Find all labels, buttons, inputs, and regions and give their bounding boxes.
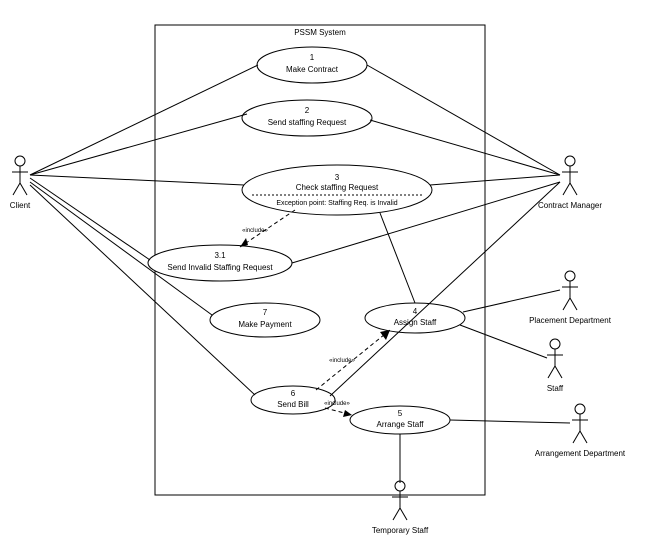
usecase-check-staffing-request: 3 Check staffing Request Exception point… (242, 165, 432, 215)
assoc-client-uc3-1 (30, 178, 150, 260)
usecase-check-staffing-request-num: 3 (335, 173, 340, 182)
actor-contract-manager: Contract Manager (538, 156, 602, 210)
assoc-cm-uc2 (370, 120, 560, 175)
include-uc6-uc4-label: «include» (329, 358, 355, 364)
assoc-uc3-uc4 (380, 213, 415, 303)
usecase-make-contract: 1 Make Contract (257, 47, 367, 83)
usecase-assign-staff: 4 Assign Staff (365, 303, 465, 333)
actor-staff-label: Staff (547, 384, 564, 393)
usecase-send-invalid-staffing-request-name: Send Invalid Staffing Request (167, 263, 273, 272)
assoc-arrangement-uc5 (450, 420, 570, 423)
usecase-make-payment: 7 Make Payment (210, 303, 320, 337)
assoc-placement-uc4 (463, 290, 560, 312)
actor-placement-department: Placement Department (529, 271, 612, 325)
actor-arrangement-department-label: Arrangement Department (535, 449, 626, 458)
assoc-client-uc6 (30, 185, 255, 395)
usecase-make-payment-name: Make Payment (238, 320, 292, 329)
actor-temporary-staff: Temporary Staff (372, 481, 429, 535)
usecase-send-invalid-staffing-request-num: 3.1 (214, 251, 226, 260)
usecase-arrange-staff: 5 Arrange Staff (350, 406, 450, 434)
assoc-client-uc1 (30, 65, 258, 175)
usecase-arrange-staff-name: Arrange Staff (377, 420, 425, 429)
usecase-check-staffing-request-name: Check staffing Request (296, 183, 379, 192)
usecase-send-bill-name: Send Bill (277, 400, 309, 409)
assoc-cm-uc3 (430, 175, 560, 185)
usecase-send-staffing-request-name: Send staffing Request (268, 118, 347, 127)
assoc-client-uc3 (30, 175, 244, 185)
usecase-send-staffing-request-num: 2 (305, 106, 310, 115)
diagram-canvas: PSSM System Client Contract Manager Plac… (0, 0, 650, 541)
usecase-diagram-svg: PSSM System Client Contract Manager Plac… (0, 0, 650, 541)
include-uc3-uc3-1: «include» (240, 210, 295, 247)
usecase-check-staffing-request-exception: Exception point: Staffing Req. is Invali… (276, 200, 397, 207)
include-uc6-uc5: «include» (324, 401, 352, 417)
system-boundary-title: PSSM System (294, 28, 346, 37)
usecase-make-payment-num: 7 (263, 308, 268, 317)
usecase-send-invalid-staffing-request: 3.1 Send Invalid Staffing Request (148, 245, 292, 281)
actor-placement-department-label: Placement Department (529, 316, 612, 325)
assoc-cm-uc1 (367, 65, 560, 175)
usecase-assign-staff-name: Assign Staff (394, 318, 437, 327)
usecase-make-contract-name: Make Contract (286, 65, 339, 74)
usecase-send-staffing-request: 2 Send staffing Request (242, 100, 372, 136)
include-uc3-uc3-1-label: «include» (242, 228, 268, 234)
include-uc6-uc5-label: «include» (324, 401, 350, 407)
actor-staff: Staff (547, 339, 564, 393)
usecase-make-contract-num: 1 (310, 53, 315, 62)
actor-client-label: Client (10, 201, 31, 210)
usecase-send-bill: 6 Send Bill (251, 386, 335, 414)
assoc-staff-uc4 (460, 325, 547, 358)
actor-contract-manager-label: Contract Manager (538, 201, 602, 210)
actor-temporary-staff-label: Temporary Staff (372, 526, 429, 535)
usecase-send-bill-num: 6 (291, 389, 296, 398)
actor-arrangement-department: Arrangement Department (535, 404, 626, 458)
include-uc6-uc4: «include» (316, 330, 390, 390)
actor-client: Client (10, 156, 31, 210)
usecase-arrange-staff-num: 5 (398, 409, 403, 418)
